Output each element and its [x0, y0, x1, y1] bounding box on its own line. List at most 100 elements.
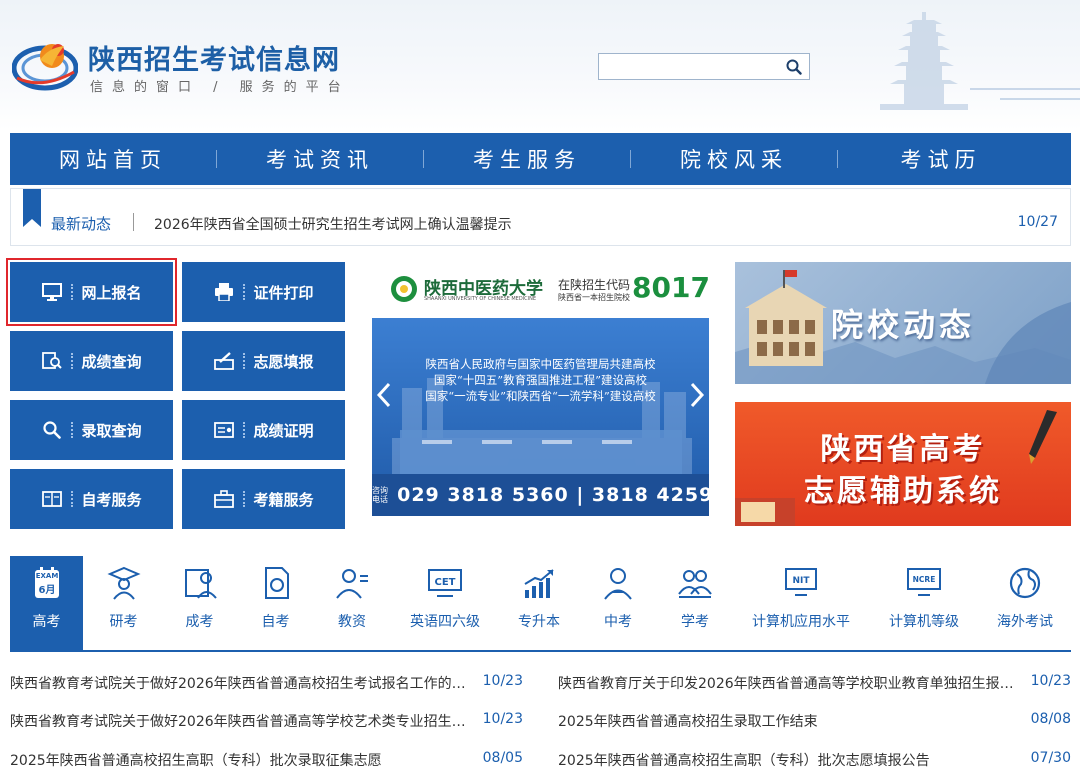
search-icon	[41, 419, 63, 441]
news-item[interactable]: 陕西省教育考试院关于做好2026年陕西省普通高校招生考试报名工作的… 10/23	[10, 673, 523, 693]
globe-icon	[1009, 567, 1041, 599]
news-date: 10/23	[482, 673, 523, 689]
gaokao-assist-panel[interactable]: 陕西省高考 志愿辅助系统	[735, 402, 1071, 526]
news-title: 2025年陕西省普通高校招生录取工作结束	[558, 714, 818, 730]
separator	[71, 284, 74, 300]
news-title: 陕西省教育考试院关于做好2026年陕西省普通高等学校艺术类专业招生…	[10, 714, 466, 730]
adult-exam-icon	[184, 569, 217, 599]
score-query-button[interactable]: 成绩查询	[10, 331, 173, 391]
service-label: 证件打印	[253, 283, 314, 302]
main-nav: 网站首页 考试资讯 考生服务 院校风采 考试历	[10, 133, 1071, 185]
phone-label-line: 电话	[372, 495, 388, 504]
enrollment-code: 8017	[632, 271, 709, 304]
ncre-badge: NCRE	[913, 575, 936, 584]
banner-phone: 咨询 电话 029 3818 5360 | 3818 4259	[372, 484, 709, 506]
tab-zhongkao[interactable]: 中考	[580, 556, 656, 650]
college-news-panel[interactable]: 院校动态	[735, 262, 1071, 384]
ncre-icon: NCRE	[907, 568, 941, 596]
news-title: 2025年陕西省普通高校招生高职（专科）批次志愿填报公告	[558, 753, 930, 769]
monitor-icon	[41, 281, 63, 303]
service-label: 考籍服务	[253, 490, 314, 509]
admission-query-button[interactable]: 录取查询	[10, 400, 173, 460]
tab-cet[interactable]: CET 英语四六级	[391, 556, 499, 650]
self-exam-service-button[interactable]: 自考服务	[10, 469, 173, 529]
tab-label: 高考	[32, 614, 61, 630]
site-slogan: 信息的窗口 / 服务的平台	[90, 80, 350, 95]
banner-slogans: 陕西省人民政府与国家中医药管理局共建高校 国家“十四五”教育强国推进工程”建设高…	[372, 356, 709, 404]
student-icon	[604, 568, 632, 600]
tab-academic-test[interactable]: 学考	[657, 556, 733, 650]
carousel-next-icon[interactable]	[687, 380, 707, 410]
nav-exam-news[interactable]: 考试资讯	[217, 144, 423, 174]
enrollment-code-label: 在陕招生代码	[558, 278, 631, 292]
news-item[interactable]: 2025年陕西省普通高校招生高职（专科）批次录取征集志愿 08/05	[10, 750, 523, 770]
news-item[interactable]: 陕西省教育考试院关于做好2026年陕西省普通高等学校艺术类专业招生… 10/23	[10, 711, 523, 731]
certificate-icon	[213, 419, 235, 441]
news-date: 10/23	[1030, 673, 1071, 689]
separator	[71, 353, 74, 369]
news-ticker: 最新动态 2026年陕西省全国硕士研究生招生考试网上确认温馨提示 10/27	[10, 188, 1071, 246]
university-logo-icon	[391, 276, 417, 302]
news-item[interactable]: 陕西省教育厅关于印发2026年陕西省普通高等学校职业教育单独招生报… 10/23	[558, 673, 1071, 693]
service-label: 自考服务	[81, 490, 142, 509]
student-record-service-button[interactable]: 考籍服务	[182, 469, 345, 529]
growth-chart-icon	[524, 569, 554, 598]
graduate-icon	[106, 566, 141, 600]
bookmark-flag-icon	[23, 189, 41, 227]
pagoda-decoration-icon	[880, 12, 1080, 110]
news-title: 2025年陕西省普通高校招生高职（专科）批次录取征集志愿	[10, 753, 382, 769]
tab-label: 学考	[681, 614, 709, 630]
nit-badge: NIT	[792, 576, 810, 586]
nav-exam-calendar[interactable]: 考试历	[838, 144, 1044, 174]
news-title: 陕西省教育厅关于印发2026年陕西省普通高等学校职业教育单独招生报…	[558, 676, 1014, 692]
news-item[interactable]: 2025年陕西省普通高校招生高职（专科）批次志愿填报公告 07/30	[558, 750, 1071, 770]
site-logo-icon[interactable]	[12, 34, 78, 94]
search-button[interactable]	[783, 56, 805, 78]
tab-upgrade[interactable]: 专升本	[500, 556, 578, 650]
printer-icon	[213, 281, 235, 303]
tab-gaokao[interactable]: EXAM 6月 高考	[10, 556, 83, 650]
banner-header: 陕西中医药大学 SHAANXI UNIVERSITY OF CHINESE ME…	[372, 262, 709, 318]
tab-label: 教资	[338, 614, 366, 630]
ticker-label: 最新动态	[51, 215, 112, 233]
ticker-headline[interactable]: 2026年陕西省全国硕士研究生招生考试网上确认温馨提示	[154, 214, 512, 234]
online-registration-button[interactable]: 网上报名	[6, 258, 177, 326]
nav-student-service[interactable]: 考生服务	[424, 144, 630, 174]
service-label: 成绩证明	[253, 421, 314, 440]
tab-postgrad[interactable]: 研考	[86, 556, 161, 650]
nav-home[interactable]: 网站首页	[10, 144, 216, 174]
exam-category-tabs: EXAM 6月 高考 研考 成考 自考 教资 CET 英语四六级 专升本 中考 …	[10, 556, 1071, 652]
tab-computer-level[interactable]: NCRE 计算机等级	[870, 556, 978, 650]
tab-label: 计算机应用水平	[752, 614, 850, 630]
certificate-print-button[interactable]: 证件打印	[182, 262, 345, 322]
tab-label: 自考	[261, 614, 290, 630]
nav-college-style[interactable]: 院校风采	[631, 144, 837, 174]
score-search-icon	[41, 350, 63, 372]
banner-line: 陕西省人民政府与国家中医药管理局共建高校	[425, 357, 656, 371]
tab-self-study[interactable]: 自考	[238, 556, 313, 650]
tab-overseas-exam[interactable]: 海外考试	[982, 556, 1068, 650]
self-study-icon	[264, 567, 289, 599]
banner-line: 国家“一流专业”和陕西省“一流学科”建设高校	[425, 389, 656, 403]
tab-label: 计算机等级	[889, 614, 959, 630]
news-item[interactable]: 2025年陕西省普通高校招生录取工作结束 08/08	[558, 711, 1071, 731]
service-label: 成绩查询	[81, 352, 142, 371]
carousel-prev-icon[interactable]	[374, 380, 394, 410]
book-icon	[41, 488, 63, 510]
site-title[interactable]: 陕西招生考试信息网	[88, 38, 340, 77]
news-date: 10/23	[482, 711, 523, 727]
banner-carousel[interactable]: 陕西中医药大学 SHAANXI UNIVERSITY OF CHINESE ME…	[372, 262, 709, 516]
teacher-icon	[336, 569, 368, 599]
tab-teacher-cert[interactable]: 教资	[314, 556, 390, 650]
tab-adult-exam[interactable]: 成考	[162, 556, 237, 650]
college-news-title: 院校动态	[831, 306, 976, 344]
news-date: 08/08	[1030, 711, 1071, 727]
score-certificate-button[interactable]: 成绩证明	[182, 400, 345, 460]
service-label: 录取查询	[81, 421, 142, 440]
ticker-date: 10/27	[1017, 214, 1058, 230]
phone-label: 咨询 电话	[372, 486, 388, 504]
phone-label-line: 咨询	[372, 486, 388, 495]
volunteer-fill-button[interactable]: 志愿填报	[182, 331, 345, 391]
search-input[interactable]	[599, 54, 777, 79]
tab-computer-application[interactable]: NIT 计算机应用水平	[734, 556, 868, 650]
